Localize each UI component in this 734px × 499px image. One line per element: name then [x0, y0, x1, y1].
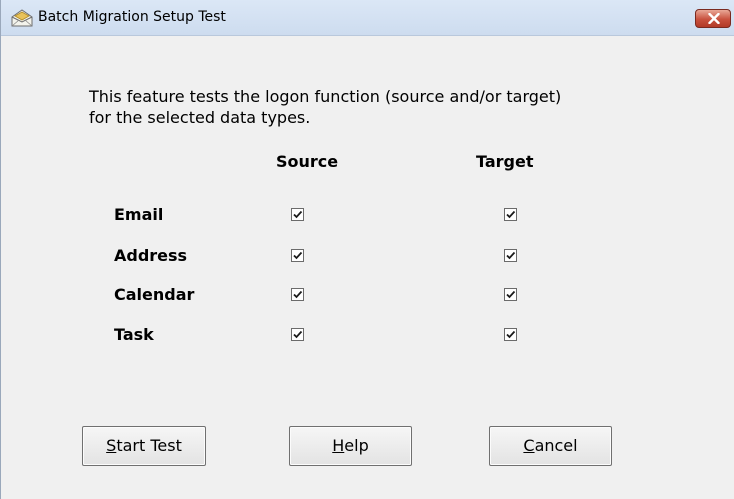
- close-button[interactable]: [695, 9, 731, 28]
- checkmark-icon: [293, 251, 303, 260]
- row-label-task: Task: [114, 325, 154, 344]
- start-test-button[interactable]: Start Test: [82, 426, 206, 466]
- start-test-mnemonic: S: [106, 436, 117, 455]
- row-label-email: Email: [114, 205, 164, 224]
- description-line-2: for the selected data types.: [89, 108, 311, 127]
- checkmark-icon: [506, 330, 516, 339]
- calendar-target-checkbox[interactable]: [504, 288, 517, 301]
- checkmark-icon: [293, 210, 303, 219]
- cancel-mnemonic: C: [523, 436, 535, 455]
- cancel-button[interactable]: Cancel: [489, 426, 612, 466]
- email-target-checkbox[interactable]: [504, 208, 517, 221]
- calendar-source-checkbox[interactable]: [291, 288, 304, 301]
- cancel-label: ancel: [534, 436, 578, 455]
- help-mnemonic: H: [332, 436, 345, 455]
- checkmark-icon: [506, 290, 516, 299]
- description-text: This feature tests the logon function (s…: [89, 86, 689, 128]
- app-envelope-icon: [10, 7, 34, 29]
- checkmark-icon: [506, 251, 516, 260]
- close-icon: [708, 13, 720, 24]
- column-header-target: Target: [476, 152, 534, 171]
- column-header-source: Source: [276, 152, 339, 171]
- row-label-address: Address: [114, 246, 188, 265]
- checkmark-icon: [506, 210, 516, 219]
- start-test-label: tart Test: [116, 436, 182, 455]
- dialog-window: Batch Migration Setup Test This feature …: [0, 0, 734, 499]
- address-source-checkbox[interactable]: [291, 249, 304, 262]
- address-target-checkbox[interactable]: [504, 249, 517, 262]
- help-button[interactable]: Help: [289, 426, 412, 466]
- window-title: Batch Migration Setup Test: [38, 9, 226, 25]
- email-source-checkbox[interactable]: [291, 208, 304, 221]
- description-line-1: This feature tests the logon function (s…: [89, 87, 562, 106]
- task-target-checkbox[interactable]: [504, 328, 517, 341]
- title-bar[interactable]: Batch Migration Setup Test: [1, 0, 734, 36]
- help-label: elp: [344, 436, 369, 455]
- row-label-calendar: Calendar: [114, 285, 195, 304]
- task-source-checkbox[interactable]: [291, 328, 304, 341]
- checkmark-icon: [293, 290, 303, 299]
- checkmark-icon: [293, 330, 303, 339]
